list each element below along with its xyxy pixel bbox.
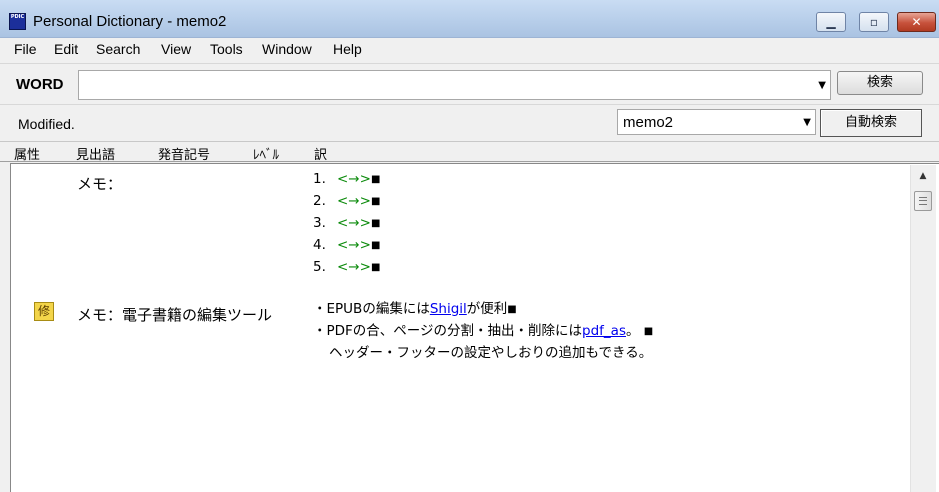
translation-line: ヘッダー・フッターの設定やしおりの追加もできる。 xyxy=(329,345,653,361)
link-shigil[interactable]: Shigil xyxy=(430,301,467,317)
chevron-down-icon[interactable]: ▼ xyxy=(818,80,826,91)
menu-help[interactable]: Help xyxy=(333,41,362,57)
word-search-bar: WORD ▼ 検索 xyxy=(0,63,939,103)
title-bar: PDIC Personal Dictionary - memo2 ▁ ▫ ✕ xyxy=(0,0,939,38)
app-icon: PDIC xyxy=(9,13,26,30)
menu-edit[interactable]: Edit xyxy=(54,41,78,57)
word-combobox[interactable]: ▼ xyxy=(78,70,831,100)
translation-line: ・PDFの合、ページの分割・抽出・削除にはpdf_as。 ■ xyxy=(313,323,654,339)
dictionary-select-value: memo2 xyxy=(623,114,674,131)
maximize-icon[interactable]: ▫ xyxy=(859,12,889,32)
window-title: Personal Dictionary - memo2 xyxy=(33,13,227,30)
translation-line: 1. <→>■ xyxy=(313,171,381,187)
word-label: WORD xyxy=(16,76,64,93)
search-button[interactable]: 検索 xyxy=(837,71,923,95)
scroll-up-icon[interactable]: ▲ xyxy=(914,171,932,187)
modified-badge: 修 xyxy=(34,302,54,321)
menu-view[interactable]: View xyxy=(161,41,191,57)
column-headword[interactable]: 見出語 xyxy=(76,144,115,163)
vertical-scrollbar[interactable]: ▲ xyxy=(910,165,936,492)
menu-bar: File Edit Search View Tools Window Help xyxy=(0,38,939,62)
column-level[interactable]: ﾚﾍﾞﾙ xyxy=(253,144,279,163)
chevron-down-icon[interactable]: ▼ xyxy=(803,117,811,128)
menu-file[interactable]: File xyxy=(14,41,37,57)
translation-line: 3. <→>■ xyxy=(313,215,381,231)
status-row: Modified. memo2 ▼ 自動検索 xyxy=(0,104,939,140)
translation-line: ・EPUBの編集にはShigilが便利■ xyxy=(313,301,517,317)
entry-list[interactable]: メモ： 1. <→>■ 2. <→>■ 3. <→>■ 4. <→>■ 5. <→>■ 修… xyxy=(10,163,939,492)
entry-headword[interactable]: メモ： xyxy=(77,173,122,194)
link-pdf-as[interactable]: pdf_as xyxy=(582,323,626,339)
column-header: 属性 見出語 発音記号 ﾚﾍﾞﾙ 訳 xyxy=(0,141,939,163)
close-icon[interactable]: ✕ xyxy=(897,12,936,32)
column-pronunciation[interactable]: 発音記号 xyxy=(158,144,210,163)
entry-headword[interactable]: メモ：電子書籍の編集ツール xyxy=(77,304,272,325)
minimize-icon[interactable]: ▁ xyxy=(816,12,846,32)
menu-search[interactable]: Search xyxy=(96,41,140,57)
status-text: Modified. xyxy=(18,116,75,132)
translation-line: 4. <→>■ xyxy=(313,237,381,253)
menu-tools[interactable]: Tools xyxy=(210,41,243,57)
grip-icon xyxy=(919,197,927,205)
menu-window[interactable]: Window xyxy=(262,41,312,57)
entry-translation[interactable]: ・EPUBの編集にはShigilが便利■ ・PDFの合、ページの分割・抽出・削除… xyxy=(313,298,653,364)
column-translation[interactable]: 訳 xyxy=(314,144,327,163)
word-input[interactable] xyxy=(79,71,799,97)
entry-translation[interactable]: 1. <→>■ 2. <→>■ 3. <→>■ 4. <→>■ 5. <→>■ xyxy=(313,168,380,278)
translation-line: 2. <→>■ xyxy=(313,193,381,209)
auto-search-button[interactable]: 自動検索 xyxy=(820,109,922,137)
dictionary-select[interactable]: memo2 ▼ xyxy=(617,109,816,135)
translation-line: 5. <→>■ xyxy=(313,259,381,275)
column-attribute[interactable]: 属性 xyxy=(14,144,40,163)
scrollbar-thumb[interactable] xyxy=(914,191,932,211)
